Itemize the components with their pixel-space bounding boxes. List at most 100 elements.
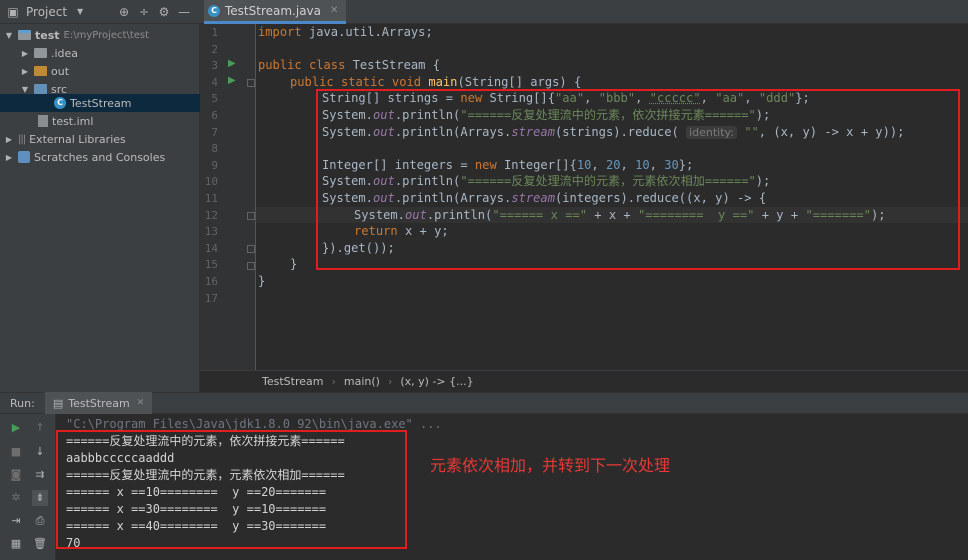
tree-label: TestStream — [70, 96, 132, 110]
scroll-to-end-icon[interactable]: ⇟ — [32, 490, 48, 506]
tree-item-idea[interactable]: ▶ .idea — [0, 44, 200, 62]
console-line: ====== x ==10======== y ==20======= — [66, 485, 327, 499]
tree-label: Scratches and Consoles — [34, 150, 166, 164]
line-number: 12 — [204, 208, 218, 222]
project-view-icon[interactable]: ▣ — [6, 5, 20, 19]
fold-icon[interactable] — [247, 212, 255, 220]
code-line: } — [258, 274, 266, 288]
gear-icon[interactable]: ⚙ — [157, 5, 171, 19]
console-line: ======反复处理流中的元素，依次拼接元素====== — [66, 434, 345, 448]
editor-gutter: 1 2 3 4 5 6 7 8 9 10 11 12 13 14 15 16 1… — [200, 24, 256, 370]
fold-icon[interactable] — [247, 79, 255, 87]
code-line-current: System.out.println("====== x ==" + x + "… — [256, 206, 968, 224]
collapse-arrow-icon[interactable]: ▶ — [20, 67, 30, 76]
line-number: 14 — [204, 241, 218, 255]
line-number: 16 — [204, 275, 218, 288]
java-class-icon: C — [54, 97, 66, 109]
run-config-icon: ▤ — [52, 396, 64, 410]
tree-label: .idea — [51, 46, 79, 60]
console-line: 70 — [66, 536, 81, 550]
run-tab-label: TestStream — [68, 396, 130, 410]
close-icon[interactable]: ✕ — [137, 398, 145, 408]
tree-item-teststream[interactable]: C TestStream — [0, 94, 200, 112]
fold-icon[interactable] — [247, 245, 255, 253]
settings-icon[interactable]: ✲ — [8, 490, 24, 506]
breadcrumb-item[interactable]: TestStream — [262, 375, 323, 388]
chevron-right-icon: › — [387, 375, 393, 388]
source-folder-icon — [34, 84, 47, 94]
collapse-arrow-icon[interactable]: ▶ — [4, 153, 14, 162]
code-line: System.out.println("======反复处理流中的元素，元素依次… — [322, 174, 771, 189]
line-number: 3 — [211, 59, 218, 73]
run-icon[interactable]: ▶ — [228, 58, 236, 69]
code-line: } — [290, 257, 298, 272]
parameter-hint: identity: — [686, 125, 737, 139]
trash-icon[interactable]: 🗑 — [32, 536, 48, 552]
tree-label: test.iml — [52, 114, 94, 128]
tree-label: External Libraries — [29, 132, 126, 146]
collapse-arrow-icon[interactable]: ▶ — [4, 135, 14, 144]
run-icon[interactable]: ▶ — [228, 75, 236, 86]
code-line: return x + y; — [354, 224, 449, 239]
chevron-down-icon[interactable]: ▼ — [73, 7, 87, 16]
line-number: 15 — [204, 258, 218, 272]
split-icon[interactable]: ÷ — [137, 5, 151, 19]
line-number: 4 — [211, 75, 218, 89]
tab-teststream-java[interactable]: C TestStream.java ✕ — [204, 0, 347, 24]
console-command-line: "C:\Program Files\Java\jdk1.8.0_92\bin\j… — [66, 417, 442, 431]
console-line: ====== x ==40======== y ==30======= — [66, 519, 327, 533]
print-icon[interactable]: ⎙ — [32, 513, 48, 529]
target-icon[interactable]: ⊕ — [117, 5, 131, 19]
minimize-icon[interactable]: — — [177, 5, 191, 19]
console-line: ======反复处理流中的元素，元素依次相加====== — [66, 468, 345, 482]
layout-icon[interactable]: ▦ — [8, 536, 24, 552]
stop-icon[interactable]: ■ — [8, 444, 24, 460]
line-number: 5 — [211, 92, 218, 106]
code-line: System.out.println("======反复处理流中的元素，依次拼接… — [322, 108, 771, 122]
rerun-icon[interactable]: ▶ — [8, 420, 24, 436]
code-editor[interactable]: 1 2 3 4 5 6 7 8 9 10 11 12 13 14 15 16 1… — [200, 24, 968, 370]
tree-item-test[interactable]: ▼ test E:\myProject\test — [0, 26, 200, 44]
expand-arrow-icon[interactable]: ▼ — [20, 85, 30, 94]
run-tab-teststream[interactable]: ▤ TestStream ✕ — [44, 392, 153, 414]
line-number: 11 — [204, 192, 218, 205]
breadcrumb-item[interactable]: (x, y) -> {...} — [400, 375, 473, 388]
project-view-selector[interactable]: Project — [26, 5, 67, 19]
scroll-up-icon[interactable]: ↑ — [32, 420, 48, 436]
close-icon[interactable]: ✕ — [330, 5, 338, 16]
folder-icon — [34, 48, 47, 58]
tab-label: TestStream.java — [225, 3, 322, 18]
line-number: 6 — [211, 109, 218, 122]
soft-wrap-icon[interactable]: ⇉ — [32, 467, 48, 483]
fold-icon[interactable] — [247, 262, 255, 270]
project-tree: ▼ test E:\myProject\test ▶ .idea ▶ out ▼… — [0, 24, 200, 392]
line-number: 17 — [204, 291, 218, 305]
scroll-down-icon[interactable]: ↓ — [32, 444, 48, 460]
collapse-arrow-icon[interactable]: ▶ — [20, 49, 30, 58]
tree-item-scratches[interactable]: ▶ Scratches and Consoles — [0, 148, 200, 166]
login-icon[interactable]: ⇥ — [8, 513, 24, 529]
tree-item-test-iml[interactable]: test.iml — [0, 112, 200, 130]
tree-path: E:\myProject\test — [63, 29, 150, 41]
project-panel-header: ▣ Project ▼ ⊕ ÷ ⚙ — — [0, 0, 200, 24]
tree-item-external-libraries[interactable]: ▶ ||| External Libraries — [0, 130, 200, 148]
code-line: import java.util.Arrays; — [258, 25, 433, 39]
run-panel-header: Run: ▤ TestStream ✕ — [0, 392, 968, 414]
tree-item-out[interactable]: ▶ out — [0, 62, 200, 80]
annotation-text: 元素依次相加，并转到下一次处理 — [430, 456, 671, 475]
line-number: 2 — [211, 42, 218, 56]
expand-arrow-icon[interactable]: ▼ — [4, 31, 14, 40]
tree-label: test — [35, 28, 60, 42]
code-area[interactable]: import java.util.Arrays; public class Te… — [256, 24, 968, 370]
console-line: aabbbcccccaaddd — [66, 451, 175, 465]
camera-icon[interactable]: ◙ — [8, 467, 24, 483]
breadcrumb-item[interactable]: main() — [344, 375, 380, 388]
code-line: System.out.println(Arrays.stream(strings… — [322, 124, 905, 139]
code-line: String[] strings = new String[]{"aa", "b… — [322, 91, 810, 106]
file-icon — [38, 115, 48, 127]
run-toolbar: ▶ ↑ ■ ↓ ◙ ⇉ ✲ ⇟ ⇥ ⎙ ▦ 🗑 — [0, 414, 56, 560]
java-class-icon: C — [208, 4, 220, 17]
code-line: }).get()); — [322, 240, 395, 255]
code-line: public class TestStream { — [258, 58, 441, 73]
console-output[interactable]: "C:\Program Files\Java\jdk1.8.0_92\bin\j… — [56, 414, 968, 560]
